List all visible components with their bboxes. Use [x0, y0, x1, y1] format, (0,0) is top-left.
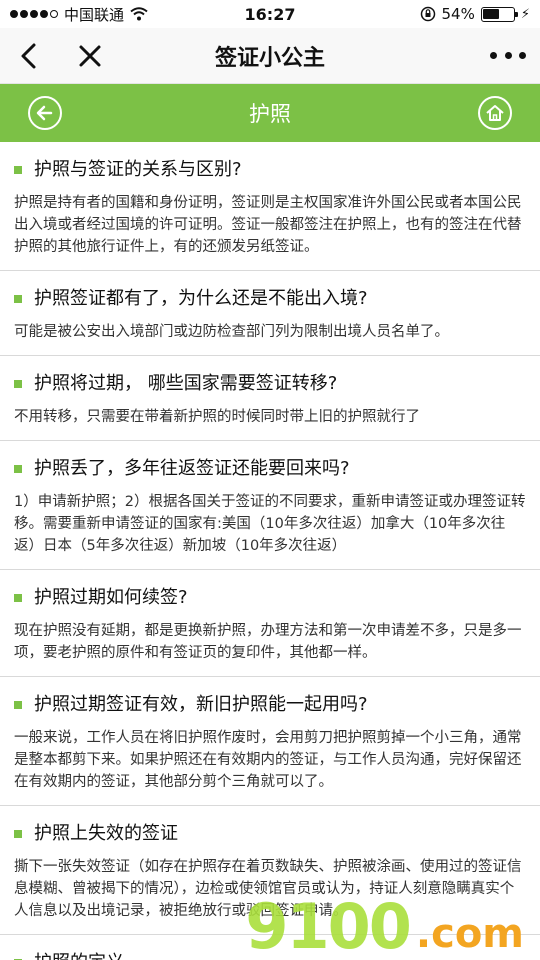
item-body: 现在护照没有延期，都是更换新护照，办理方法和第一次申请差不多，只是多一项，要老护… — [14, 623, 522, 661]
list-item[interactable]: 护照丢了，多年往返签证还能要回来吗? 1）申请新护照；2）根据各国关于签证的不同… — [0, 441, 540, 570]
item-title: 护照签证都有了，为什么还是不能出入境? — [34, 288, 368, 309]
more-dot — [519, 51, 526, 59]
close-icon — [79, 45, 101, 67]
item-title: 护照丢了，多年往返签证还能要回来吗? — [34, 458, 350, 479]
home-button[interactable] — [478, 96, 512, 130]
item-title-row: 护照过期签证有效，新旧护照能一起用吗? — [14, 691, 526, 719]
list-item[interactable]: 护照与签证的关系与区别? 护照是持有者的国籍和身份证明，签证则是主权国家准许外国… — [0, 142, 540, 271]
item-body: 不用转移，只需要在带着新护照的时候同时带上旧的护照就行了 — [14, 409, 420, 425]
battery-fill — [483, 9, 500, 19]
back-button[interactable] — [14, 40, 46, 72]
section-header: 护照 — [0, 84, 540, 142]
status-bar: 中国联通 16:27 54% ⚡ — [0, 0, 540, 28]
list-item[interactable]: 护照过期签证有效，新旧护照能一起用吗? 一般来说，工作人员在将旧护照作废时，会用… — [0, 677, 540, 806]
item-title-row: 护照上失效的签证 — [14, 820, 526, 848]
orientation-lock-icon — [420, 6, 435, 22]
bullet-icon — [14, 830, 22, 838]
bullet-icon — [14, 594, 22, 602]
item-title-row: 护照丢了，多年往返签证还能要回来吗? — [14, 455, 526, 483]
header-back-button[interactable] — [28, 96, 62, 130]
item-body: 一般来说，工作人员在将旧护照作废时，会用剪刀把护照剪掉一个小三角，通常是整本都剪… — [14, 730, 522, 790]
item-title: 护照上失效的签证 — [34, 823, 178, 844]
item-title-row: 护照的定义 — [14, 949, 526, 960]
item-title-row: 护照将过期， 哪些国家需要签证转移? — [14, 370, 526, 398]
item-body: 护照是持有者的国籍和身份证明，签证则是主权国家准许外国公民或者本国公民出入境或者… — [14, 195, 522, 255]
signal-icon — [10, 10, 58, 18]
close-button[interactable] — [74, 40, 106, 72]
more-dot — [490, 51, 497, 59]
item-body: 撕下一张失效签证（如存在护照存在着页数缺失、护照被涂画、使用过的签证信息模糊、曾… — [14, 859, 522, 919]
bullet-icon — [14, 166, 22, 174]
home-icon — [486, 105, 504, 121]
item-title: 护照的定义 — [34, 949, 124, 960]
carrier-label: 中国联通 — [64, 5, 125, 24]
charging-icon: ⚡ — [520, 6, 530, 22]
bullet-icon — [14, 295, 22, 303]
status-right: 54% ⚡ — [420, 5, 530, 23]
item-title-row: 护照签证都有了，为什么还是不能出入境? — [14, 285, 526, 313]
battery-percent: 54% — [441, 5, 475, 23]
item-title: 护照与签证的关系与区别? — [34, 159, 242, 180]
arrow-left-icon — [36, 105, 53, 121]
bullet-icon — [14, 380, 22, 388]
item-title: 护照过期签证有效，新旧护照能一起用吗? — [34, 694, 368, 715]
chevron-left-icon — [21, 43, 36, 69]
list-item[interactable]: 护照将过期， 哪些国家需要签证转移? 不用转移，只需要在带着新护照的时候同时带上… — [0, 356, 540, 441]
wifi-icon — [130, 7, 148, 21]
item-body: 可能是被公安出入境部门或边防检查部门列为限制出境人员名单了。 — [14, 324, 449, 340]
list-item[interactable]: 护照的定义 — [0, 935, 540, 960]
status-left: 中国联通 — [10, 4, 148, 25]
bullet-icon — [14, 465, 22, 473]
item-title-row: 护照与签证的关系与区别? — [14, 156, 526, 184]
more-button[interactable] — [490, 48, 526, 62]
bullet-icon — [14, 701, 22, 709]
section-title: 护照 — [249, 102, 291, 126]
item-body: 1）申请新护照；2）根据各国关于签证的不同要求，重新申请签证或办理签证转移。需要… — [14, 494, 526, 554]
more-dot — [504, 51, 512, 59]
list-item[interactable]: 护照过期如何续签? 现在护照没有延期，都是更换新护照，办理方法和第一次申请差不多… — [0, 570, 540, 677]
nav-bar: 签证小公主 — [0, 28, 540, 84]
list-item[interactable]: 护照签证都有了，为什么还是不能出入境? 可能是被公安出入境部门或边防检查部门列为… — [0, 271, 540, 356]
item-title: 护照过期如何续签? — [34, 587, 188, 608]
qa-list: 护照与签证的关系与区别? 护照是持有者的国籍和身份证明，签证则是主权国家准许外国… — [0, 142, 540, 960]
item-title: 护照将过期， 哪些国家需要签证转移? — [34, 373, 338, 394]
item-title-row: 护照过期如何续签? — [14, 584, 526, 612]
list-item[interactable]: 护照上失效的签证 撕下一张失效签证（如存在护照存在着页数缺失、护照被涂画、使用过… — [0, 806, 540, 935]
battery-icon — [480, 6, 518, 22]
